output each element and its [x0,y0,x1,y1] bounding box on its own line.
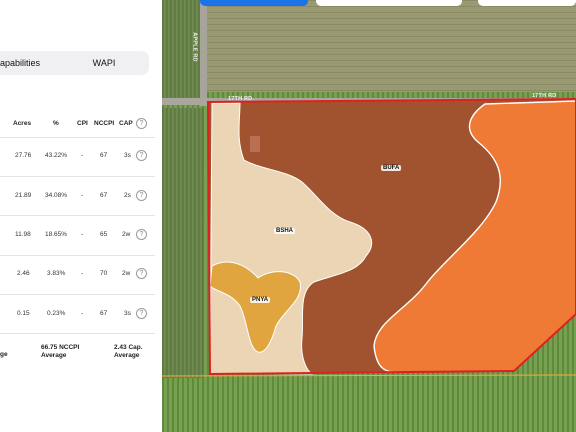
header-acres: Acres [13,120,32,127]
field-marker [250,136,260,152]
nccpi-average-value: 66.75 NCCPI [41,344,80,351]
nccpi-cell: 67 [100,192,108,199]
question-circle-icon[interactable]: ? [136,308,147,319]
divider [0,294,155,295]
road-label-apple-rd: APPLE RD [191,32,198,62]
segmented-control: apabilities WAPI [0,51,149,75]
question-circle-icon[interactable]: ? [136,118,147,129]
cpi-cell: - [81,192,84,199]
acres-cell: 0.15 [17,310,30,317]
tab-capabilities[interactable]: apabilities [0,51,60,75]
cap-cell: 3s [124,152,131,159]
acres-cell: 27.76 [15,152,32,159]
satellite-map-svg [162,0,576,432]
divider [0,137,155,138]
cpi-cell: - [81,270,84,277]
tertiary-button[interactable] [478,0,576,6]
cap-average-value: 2.43 Cap. [114,344,143,351]
cap-average-label: Average [114,352,140,359]
divider [0,333,155,334]
percent-cell: 34.08% [45,192,68,199]
nccpi-average-label: Average [41,352,67,359]
header-cpi: CPI [77,120,88,127]
field-map[interactable]: APPLE RD 17TH RD 17TH RD BUFA BSHA PNYA [162,0,576,432]
acres-cell: 21.89 [15,192,32,199]
nccpi-cell: 65 [100,231,108,238]
divider [0,255,155,256]
cpi-cell: - [81,152,84,159]
cap-cell: 2w [122,231,131,238]
question-circle-icon[interactable]: ? [136,190,147,201]
acres-cell: 11.98 [15,231,31,238]
question-circle-icon[interactable]: ? [136,150,147,161]
percent-cell: 3.83% [47,270,66,277]
primary-button[interactable] [200,0,308,6]
cap-cell: 3s [124,310,131,317]
soil-panel: apabilities WAPI Acres % CPI NCCPI CAP ?… [0,0,162,432]
cap-cell: 2s [124,192,131,199]
header-cap: CAP [119,120,133,127]
tab-wapi[interactable]: WAPI [76,51,132,75]
cpi-cell: - [81,310,84,317]
divider [0,215,155,216]
south-field [162,378,576,432]
nccpi-cell: 70 [100,270,108,277]
header-percent: % [53,120,59,127]
acres-cell: 2.46 [17,270,30,277]
north-field [204,0,576,92]
soil-label-pnya[interactable]: PNYA [250,297,271,303]
percent-cell: 0.23% [47,310,66,317]
cap-cell: 2w [122,270,131,277]
percent-cell: 18.65% [45,231,68,238]
cpi-cell: - [81,231,84,238]
percent-cell: 43.22% [45,152,68,159]
divider [0,176,155,177]
summary-left-label: ge [0,351,8,358]
nccpi-cell: 67 [100,310,108,317]
nccpi-cell: 67 [100,152,108,159]
road-label-17th-rd-left: 17TH RD [228,96,253,102]
question-circle-icon[interactable]: ? [136,229,147,240]
secondary-button[interactable] [316,0,462,6]
question-circle-icon[interactable]: ? [136,268,147,279]
apple-rd-road [200,0,207,106]
soil-label-bufa[interactable]: BUFA [381,165,402,171]
road-label-17th-rd-right: 17TH RD [532,93,557,99]
header-nccpi: NCCPI [94,120,115,127]
west-crop-field [162,108,204,378]
soil-label-bsha[interactable]: BSHA [274,228,296,234]
